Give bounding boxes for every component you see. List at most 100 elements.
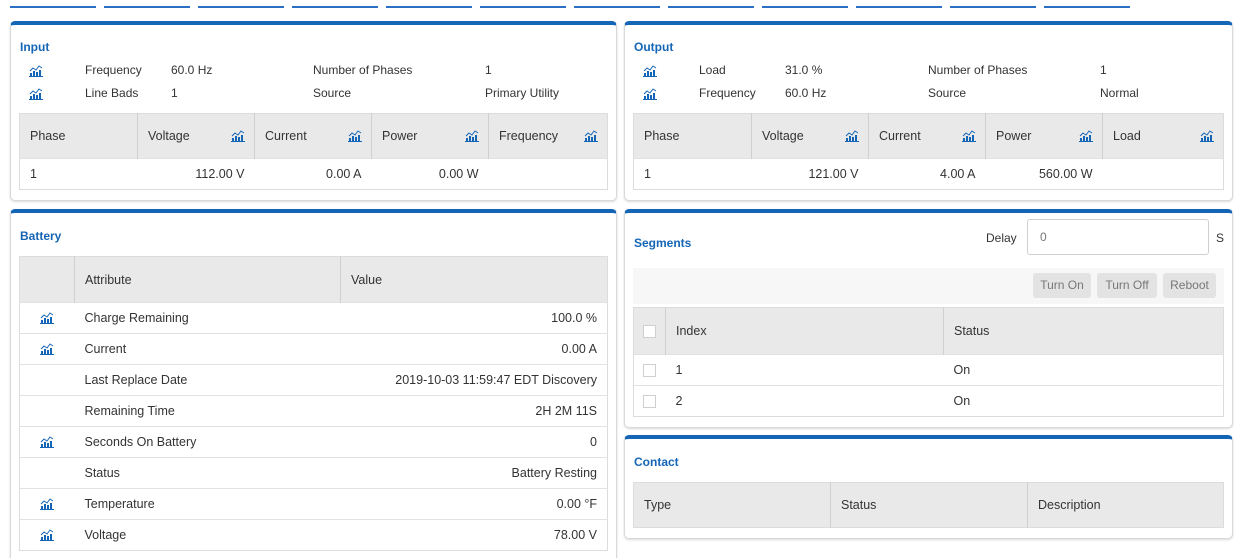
column-header-description[interactable]: Description <box>1027 482 1224 528</box>
column-label: Index <box>676 324 707 338</box>
chart-icon[interactable] <box>1200 130 1214 142</box>
column-header-power[interactable]: Power <box>985 113 1103 159</box>
column-header-load[interactable]: Load <box>1102 113 1224 159</box>
column-label: Type <box>644 498 672 512</box>
reboot-button[interactable]: Reboot <box>1163 273 1216 298</box>
column-header-index[interactable]: Index <box>665 307 944 355</box>
chart-icon[interactable] <box>643 65 657 77</box>
top-tab[interactable] <box>10 6 96 8</box>
cell-voltage: 121.00 V <box>751 158 869 190</box>
table-row: Temperature 0.00 °F <box>19 488 608 520</box>
top-tab[interactable] <box>950 6 1036 8</box>
chart-icon[interactable] <box>643 88 657 100</box>
turn-on-button[interactable]: Turn On <box>1033 273 1091 298</box>
top-tab[interactable] <box>198 6 284 8</box>
table-row: Charge Remaining 100.0 % <box>19 302 608 334</box>
column-header-power[interactable]: Power <box>371 113 489 159</box>
cell-phase: 1 <box>19 158 138 190</box>
top-tab[interactable] <box>386 6 472 8</box>
cell-voltage: 112.00 V <box>137 158 255 190</box>
input-frequency-value: 60.0 Hz <box>171 63 213 77</box>
cell-load <box>1102 158 1224 190</box>
top-tab[interactable] <box>104 6 190 8</box>
cell-value: 100.0 % <box>340 302 608 334</box>
cell-value: 78.00 V <box>340 519 608 551</box>
contact-title: Contact <box>634 455 679 469</box>
table-row[interactable]: 1 On <box>633 354 1224 386</box>
delay-unit: S <box>1216 231 1225 245</box>
turn-off-button[interactable]: Turn Off <box>1097 273 1157 298</box>
column-label: Attribute <box>85 272 132 287</box>
icon-cell <box>19 364 75 396</box>
cell-value: 0.00 °F <box>340 488 608 520</box>
chart-icon[interactable] <box>1079 130 1093 142</box>
chart-icon[interactable] <box>584 130 598 142</box>
top-tab[interactable] <box>480 6 566 8</box>
column-header-attribute[interactable]: Attribute <box>74 256 341 303</box>
column-header-type[interactable]: Type <box>633 482 831 528</box>
column-header-select[interactable] <box>633 307 666 355</box>
output-load-label: Load <box>699 63 726 77</box>
column-label: Current <box>265 129 307 143</box>
column-header-value[interactable]: Value <box>340 256 608 303</box>
battery-title: Battery <box>20 229 62 243</box>
column-header-voltage[interactable]: Voltage <box>751 113 869 159</box>
column-label: Phase <box>30 129 66 143</box>
delay-input[interactable]: 0 <box>1027 219 1209 255</box>
column-header-current[interactable]: Current <box>254 113 372 159</box>
column-header-voltage[interactable]: Voltage <box>137 113 255 159</box>
chart-icon[interactable] <box>40 498 54 510</box>
column-header-icon <box>19 256 75 303</box>
column-header-phase[interactable]: Phase <box>19 113 138 159</box>
table-row: Remaining Time 2H 2M 11S <box>19 395 608 427</box>
cell-phase: 1 <box>633 158 752 190</box>
chart-icon[interactable] <box>40 529 54 541</box>
column-header-status[interactable]: Status <box>830 482 1028 528</box>
table-row[interactable]: 2 On <box>633 385 1224 417</box>
table-row: Status Battery Resting <box>19 457 608 489</box>
top-tab[interactable] <box>668 6 754 8</box>
column-header-current[interactable]: Current <box>868 113 986 159</box>
column-header-status[interactable]: Status <box>943 307 1224 355</box>
chart-icon[interactable] <box>962 130 976 142</box>
battery-table: Attribute Value Charge Remaining 100.0 % C… <box>19 256 608 551</box>
cell-value: 0.00 A <box>340 333 608 365</box>
cell-status: On <box>943 354 1224 386</box>
top-tab[interactable] <box>574 6 660 8</box>
chart-icon[interactable] <box>29 65 43 77</box>
output-source-label: Source <box>928 86 967 100</box>
top-tab[interactable] <box>1044 6 1130 8</box>
cell-index: 2 <box>665 385 944 417</box>
chart-icon[interactable] <box>845 130 859 142</box>
cell-current: 0.00 A <box>254 158 372 190</box>
top-tab[interactable] <box>762 6 848 8</box>
chart-icon[interactable] <box>231 130 245 142</box>
column-header-frequency[interactable]: Frequency <box>488 113 608 159</box>
segments-table: Index Status 1 On 2 On <box>633 307 1224 417</box>
column-label: Phase <box>644 129 680 143</box>
chart-icon[interactable] <box>29 88 43 100</box>
top-tab[interactable] <box>856 6 942 8</box>
column-header-phase[interactable]: Phase <box>633 113 752 159</box>
output-title: Output <box>634 40 674 54</box>
top-tab[interactable] <box>292 6 378 8</box>
chart-icon[interactable] <box>40 436 54 448</box>
chart-icon[interactable] <box>465 130 479 142</box>
cell-status: On <box>943 385 1224 417</box>
select-all-checkbox[interactable] <box>643 325 656 339</box>
contact-table: Type Status Description <box>633 482 1224 528</box>
output-phases-label: Number of Phases <box>928 63 1028 77</box>
table-row: 1 112.00 V 0.00 A 0.00 W <box>19 158 608 190</box>
input-source-value: Primary Utility <box>485 86 559 100</box>
icon-cell <box>19 488 75 520</box>
chart-icon[interactable] <box>40 343 54 355</box>
row-checkbox[interactable] <box>643 395 656 409</box>
icon-cell <box>19 302 75 334</box>
chart-icon[interactable] <box>348 130 362 142</box>
input-phase-table: Phase Voltage Current Power Frequency 1 … <box>19 113 608 190</box>
chart-icon[interactable] <box>40 312 54 324</box>
input-linebads-label: Line Bads <box>85 86 139 100</box>
row-checkbox[interactable] <box>643 364 656 378</box>
table-row: Last Replace Date 2019-10-03 11:59:47 EDT… <box>19 364 608 396</box>
icon-cell <box>19 519 75 551</box>
